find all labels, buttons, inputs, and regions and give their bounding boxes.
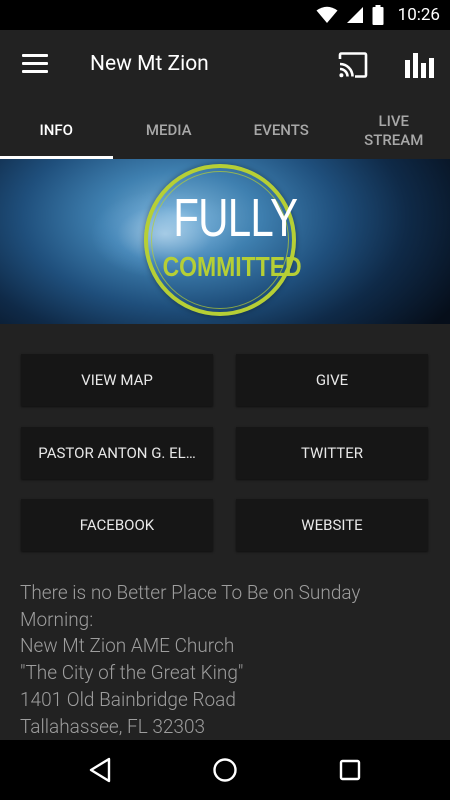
menu-icon[interactable] [22, 54, 48, 76]
facebook-label: FACEBOOK [79, 516, 155, 534]
recents-icon[interactable] [339, 757, 361, 783]
banner-image: FULLY COMMITTED [0, 159, 450, 324]
app-title: New Mt Zion [90, 52, 209, 76]
tab-events[interactable]: EVENTS [225, 102, 338, 159]
back-icon[interactable] [88, 757, 112, 783]
wifi-icon [316, 6, 338, 23]
view-map-label: VIEW MAP [81, 371, 153, 389]
status-bar: 10:26 [0, 0, 450, 30]
bar-chart-icon[interactable] [404, 52, 434, 78]
twitter-button[interactable]: TWITTER [236, 427, 428, 479]
banner-subtitle: COMMITTED [162, 251, 302, 282]
tab-live-stream-label: LIVE STREAM [364, 111, 424, 149]
tab-media[interactable]: MEDIA [113, 102, 226, 159]
info-line: 1401 Old Bainbridge Road [20, 687, 236, 711]
give-button[interactable]: GIVE [236, 354, 428, 406]
give-label: GIVE [315, 371, 349, 389]
tab-live-stream[interactable]: LIVE STREAM [338, 102, 450, 159]
cast-icon[interactable] [338, 52, 368, 78]
view-map-button[interactable]: VIEW MAP [21, 354, 213, 406]
info-line: "The City of the Great King" [20, 661, 244, 685]
battery-icon [372, 5, 384, 25]
system-nav-bar [0, 740, 450, 800]
info-line: There is no Better Place To Be on Sunday [20, 581, 361, 604]
info-line: New Mt Zion AME Church [20, 634, 235, 658]
church-info-text: There is no Better Place To Be on Sunday… [20, 580, 440, 740]
pastor-button[interactable]: PASTOR ANTON G. EL… [21, 427, 213, 479]
home-icon[interactable] [212, 757, 238, 783]
tab-bar: INFO MEDIA EVENTS LIVE STREAM [0, 102, 450, 159]
website-button[interactable]: WEBSITE [236, 499, 428, 551]
banner-title: FULLY [173, 188, 298, 248]
info-line: Tallahassee, FL 32303 [20, 714, 206, 738]
info-line: Morning: [20, 607, 94, 631]
pastor-label: PASTOR ANTON G. EL… [38, 444, 196, 462]
signal-icon [346, 7, 363, 23]
status-time: 10:26 [397, 5, 440, 25]
facebook-button[interactable]: FACEBOOK [21, 499, 213, 551]
tab-info[interactable]: INFO [0, 102, 113, 159]
twitter-label: TWITTER [300, 444, 364, 462]
website-label: WEBSITE [301, 516, 363, 534]
app-bar: New Mt Zion [0, 30, 450, 102]
